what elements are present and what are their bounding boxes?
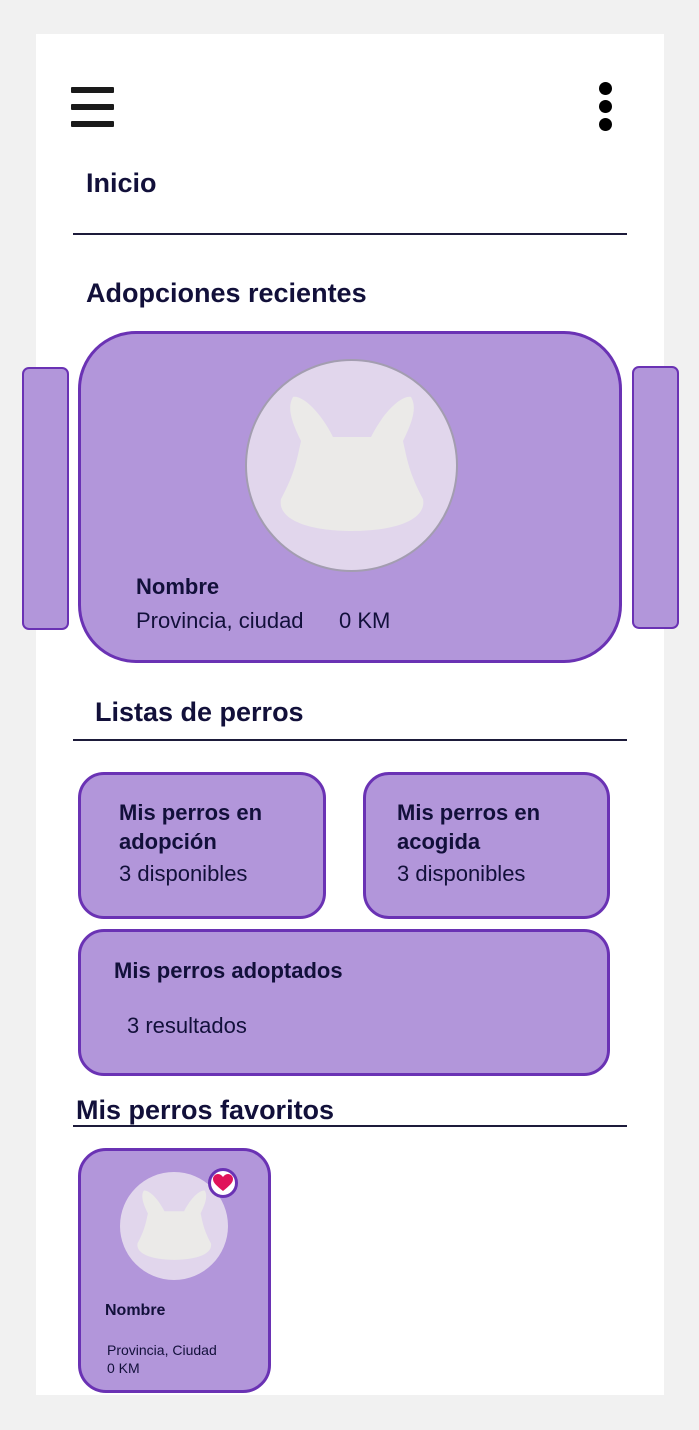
list-card-foster[interactable]: Mis perros en acogida 3 disponibles: [363, 772, 610, 919]
dog-silhouette-icon: [280, 396, 424, 531]
list-count: 3 disponibles: [397, 861, 526, 886]
recent-adoptions-title: Adopciones recientes: [86, 278, 367, 308]
favorite-toggle[interactable]: [208, 1168, 238, 1198]
dog-distance: 0 KM: [339, 608, 391, 633]
carousel-next-card[interactable]: [632, 366, 679, 629]
page-title: Inicio: [86, 168, 157, 198]
divider: [73, 233, 627, 235]
dog-name: Nombre: [105, 1302, 166, 1319]
list-title: acogida: [397, 829, 481, 854]
favorites-title: Mis perros favoritos: [76, 1095, 335, 1125]
list-title: Mis perros adoptados: [114, 958, 343, 983]
favorite-dog-card[interactable]: Nombre Provincia, Ciudad 0 KM: [78, 1148, 271, 1393]
dog-lists-title: Listas de perros: [95, 697, 304, 727]
dog-location: Provincia, Ciudad: [107, 1342, 217, 1358]
hamburger-menu-icon[interactable]: [71, 87, 114, 127]
list-card-in-adoption[interactable]: Mis perros en adopción 3 disponibles: [78, 772, 326, 919]
recent-adoption-card[interactable]: Nombre Provincia, ciudad 0 KM: [78, 331, 622, 663]
list-count: 3 resultados: [127, 1013, 247, 1038]
divider: [73, 1125, 627, 1127]
carousel-previous-card[interactable]: [22, 367, 69, 630]
divider: [73, 739, 627, 741]
list-title: Mis perros en: [119, 800, 263, 825]
list-count: 3 disponibles: [119, 861, 248, 886]
dog-location: Provincia, ciudad: [136, 608, 304, 633]
list-title: Mis perros en: [397, 800, 541, 825]
list-title: adopción: [119, 829, 217, 854]
heart-icon: [213, 1174, 233, 1191]
dog-name: Nombre: [136, 574, 220, 599]
list-card-adopted[interactable]: Mis perros adoptados 3 resultados: [78, 929, 610, 1076]
dog-photo: [247, 361, 456, 570]
more-options-icon[interactable]: [596, 82, 616, 132]
dog-distance: 0 KM: [107, 1360, 140, 1376]
